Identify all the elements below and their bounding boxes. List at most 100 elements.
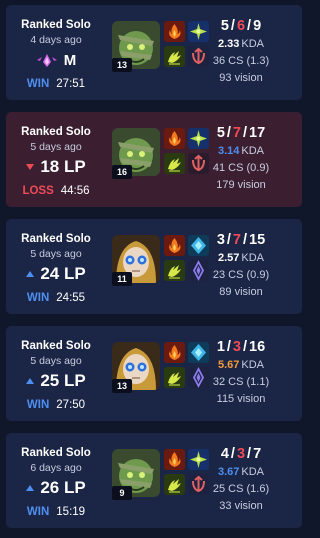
master-rank-emblem-icon xyxy=(36,53,57,67)
match-stats: 4/3/7 3.67 KDA 25 CS (1.6) 33 vision xyxy=(186,433,296,528)
match-duration: 27:51 xyxy=(56,78,86,90)
kills-deaths-assists: 4/3/7 xyxy=(220,446,262,462)
vision-score: 89 vision xyxy=(219,286,263,298)
queue-type: Ranked Solo xyxy=(21,447,91,459)
lp-change: 26 LP xyxy=(6,477,106,499)
result-label: WIN xyxy=(26,399,50,411)
smite-spell-icon xyxy=(164,474,185,495)
deaths: 7 xyxy=(232,125,241,141)
champion-level: 11 xyxy=(112,272,132,286)
match-duration: 44:56 xyxy=(60,185,90,197)
match-summary: Ranked Solo 5 days ago 25 LP WIN 27:50 xyxy=(6,326,106,421)
kda-ratio: 2.57 KDA xyxy=(186,252,296,264)
champion-level: 9 xyxy=(112,486,132,500)
match-outcome: WIN 15:19 xyxy=(6,506,106,518)
creep-score: 41 CS (0.9) xyxy=(212,162,270,174)
kills: 1 xyxy=(216,339,225,355)
ignite-spell-icon xyxy=(164,449,185,470)
vision-score: 115 vision xyxy=(216,393,266,405)
assists: 7 xyxy=(253,446,262,462)
match-summary: Ranked Solo 5 days ago 24 LP WIN 24:55 xyxy=(6,219,106,314)
assists: 9 xyxy=(253,18,262,34)
kills: 5 xyxy=(216,125,225,141)
kills: 4 xyxy=(220,446,229,462)
match-stats: 1/3/16 5.67 KDA 32 CS (1.1) 115 vision xyxy=(186,326,296,421)
lp-down-arrow-icon xyxy=(26,164,35,170)
kda-ratio: 5.67 KDA xyxy=(186,359,296,371)
match-card[interactable]: Ranked Solo 5 days ago 24 LP WIN 24:55 1… xyxy=(6,219,302,314)
smite-spell-icon xyxy=(164,153,185,174)
match-time-ago: 5 days ago xyxy=(30,248,82,260)
assists: 17 xyxy=(249,125,266,141)
match-card[interactable]: Ranked Solo 4 days ago M WIN 27:51 13 5 … xyxy=(6,5,302,100)
lp-change: M xyxy=(6,49,106,71)
kills-deaths-assists: 1/3/16 xyxy=(216,339,266,355)
ignite-spell-icon xyxy=(164,21,185,42)
lp-value: 26 LP xyxy=(40,478,86,497)
lp-value: 25 LP xyxy=(40,371,86,390)
lp-change: 25 LP xyxy=(6,370,106,392)
kills-deaths-assists: 3/7/15 xyxy=(216,232,266,248)
match-duration: 27:50 xyxy=(56,399,86,411)
kda-value: 2.57 xyxy=(217,252,240,264)
kills-deaths-assists: 5/6/9 xyxy=(220,18,262,34)
deaths: 6 xyxy=(236,18,246,34)
vision-score: 179 vision xyxy=(216,179,266,191)
ignite-spell-icon xyxy=(164,235,185,256)
creep-score: 32 CS (1.1) xyxy=(212,376,270,388)
kda-ratio: 3.67 KDA xyxy=(186,466,296,478)
lp-value: 24 LP xyxy=(40,264,86,283)
kda-value: 5.67 xyxy=(217,359,240,371)
smite-spell-icon xyxy=(164,46,185,67)
match-history-list: Ranked Solo 4 days ago M WIN 27:51 13 5 … xyxy=(0,0,308,538)
lp-up-arrow-icon xyxy=(26,485,35,491)
kills: 3 xyxy=(216,232,225,248)
kda-label: KDA xyxy=(241,466,265,478)
match-duration: 24:55 xyxy=(56,292,86,304)
result-label: WIN xyxy=(26,78,50,90)
deaths: 3 xyxy=(236,446,246,462)
creep-score: 36 CS (1.3) xyxy=(212,55,270,67)
match-time-ago: 4 days ago xyxy=(30,34,82,46)
match-time-ago: 5 days ago xyxy=(30,141,82,153)
lp-up-arrow-icon xyxy=(26,378,35,384)
result-label: WIN xyxy=(26,292,50,304)
kills-deaths-assists: 5/7/17 xyxy=(216,125,266,141)
ignite-spell-icon xyxy=(164,128,185,149)
match-outcome: WIN 24:55 xyxy=(6,292,106,304)
match-time-ago: 5 days ago xyxy=(30,355,82,367)
kda-value: 2.33 xyxy=(217,38,240,50)
smite-spell-icon xyxy=(164,367,185,388)
queue-type: Ranked Solo xyxy=(21,126,91,138)
kda-value: 3.14 xyxy=(217,145,240,157)
lp-value: 18 LP xyxy=(40,157,86,176)
match-summary: Ranked Solo 4 days ago M WIN 27:51 xyxy=(6,5,106,100)
kda-label: KDA xyxy=(241,359,265,371)
match-stats: 5/7/17 3.14 KDA 41 CS (0.9) 179 vision xyxy=(186,112,296,207)
champion-level: 13 xyxy=(112,379,132,393)
kda-ratio: 3.14 KDA xyxy=(186,145,296,157)
creep-score: 23 CS (0.9) xyxy=(212,269,270,281)
champion-level: 16 xyxy=(112,165,132,179)
ignite-spell-icon xyxy=(164,342,185,363)
kda-label: KDA xyxy=(241,252,265,264)
match-card[interactable]: Ranked Solo 5 days ago 18 LP LOSS 44:56 xyxy=(6,112,302,207)
result-label: LOSS xyxy=(22,185,54,197)
match-card[interactable]: Ranked Solo 6 days ago 26 LP WIN 15:19 9… xyxy=(6,433,302,528)
match-outcome: WIN 27:50 xyxy=(6,399,106,411)
queue-type: Ranked Solo xyxy=(21,340,91,352)
lp-up-arrow-icon xyxy=(26,271,35,277)
lp-change: 24 LP xyxy=(6,263,106,285)
assists: 15 xyxy=(249,232,266,248)
match-card[interactable]: Ranked Solo 5 days ago 25 LP WIN 27:50 1… xyxy=(6,326,302,421)
match-summary: Ranked Solo 5 days ago 18 LP LOSS 44:56 xyxy=(6,112,106,207)
kills: 5 xyxy=(220,18,229,34)
result-label: WIN xyxy=(26,506,50,518)
match-outcome: WIN 27:51 xyxy=(6,78,106,90)
queue-type: Ranked Solo xyxy=(21,233,91,245)
creep-score: 25 CS (1.6) xyxy=(212,483,270,495)
match-outcome: LOSS 44:56 xyxy=(6,185,106,197)
match-summary: Ranked Solo 6 days ago 26 LP WIN 15:19 xyxy=(6,433,106,528)
smite-spell-icon xyxy=(164,260,185,281)
kda-value: 3.67 xyxy=(217,466,240,478)
